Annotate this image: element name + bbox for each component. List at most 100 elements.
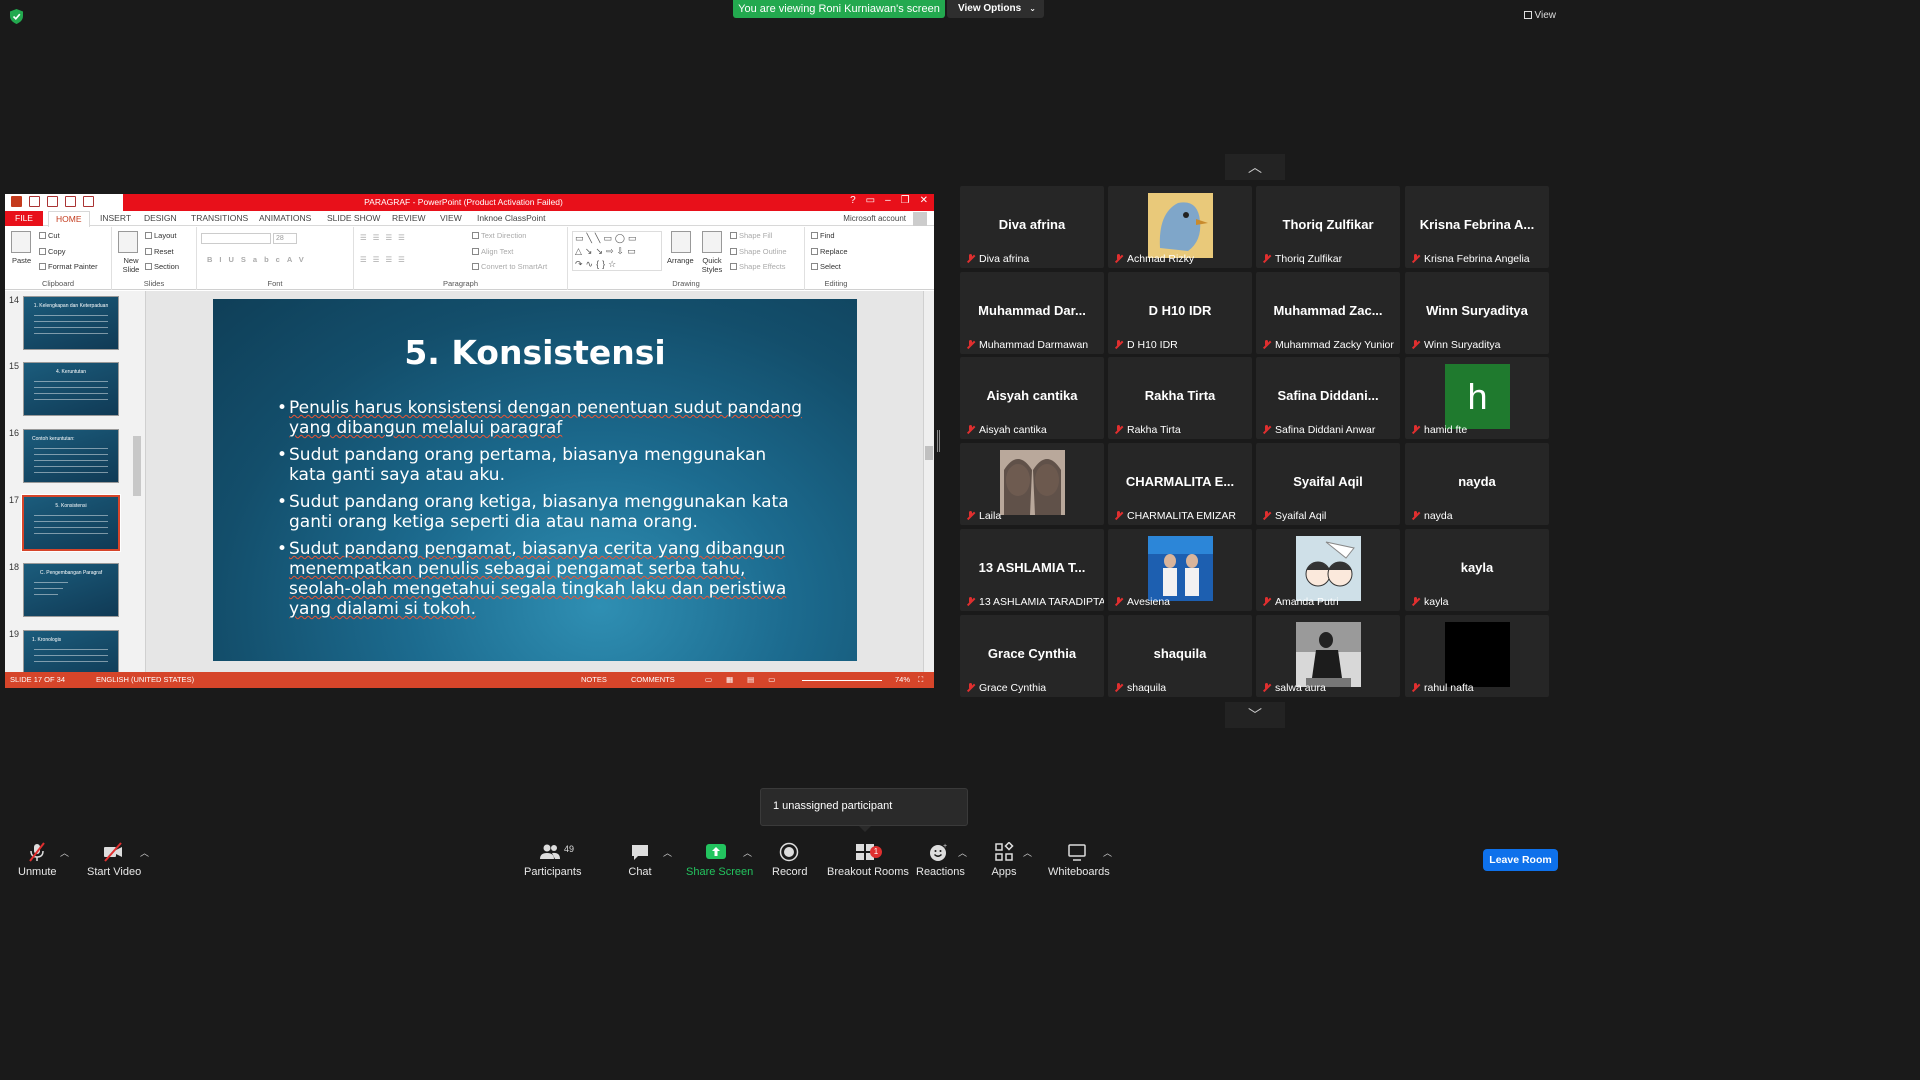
slide-thumbnail[interactable]: 1. Kronologis (23, 630, 119, 672)
slide-thumbnail[interactable]: 1. Kelengkapan dan Keterpaduan (23, 296, 119, 350)
layout-button[interactable]: Layout (145, 231, 177, 240)
ribbon-display-icon[interactable]: ▭ (866, 195, 875, 206)
share-options-chevron[interactable]: ︿ (743, 846, 752, 859)
tab-classpoint[interactable]: Inknoe ClassPoint (477, 211, 546, 226)
undo-icon[interactable] (47, 196, 58, 207)
font-size-box[interactable]: 28 (273, 233, 297, 244)
leave-room-button[interactable]: Leave Room (1483, 849, 1558, 871)
participant-tile[interactable]: shaquila shaquila (1108, 615, 1252, 697)
apps-chevron[interactable]: ︿ (1023, 846, 1032, 859)
slide-thumbnail[interactable]: C. Pengembangan Paragraf (23, 563, 119, 617)
apps-button[interactable]: Apps (990, 842, 1018, 878)
find-button[interactable]: Find (811, 231, 835, 240)
record-button[interactable]: Record (772, 842, 807, 878)
participant-tile[interactable]: h hamid fte (1405, 357, 1549, 439)
participant-tile[interactable]: Achmad Rizky (1108, 186, 1252, 268)
reset-button[interactable]: Reset (145, 247, 174, 256)
participant-tile[interactable]: nayda nayda (1405, 443, 1549, 525)
reactions-button[interactable]: + Reactions (916, 842, 965, 878)
section-button[interactable]: Section (145, 262, 179, 271)
quick-styles-icon[interactable] (702, 231, 722, 253)
account-avatar-icon[interactable] (913, 212, 927, 226)
participant-tile[interactable]: rahul nafta (1405, 615, 1549, 697)
tab-transitions[interactable]: TRANSITIONS (191, 211, 248, 226)
shape-effects-button[interactable]: Shape Effects (730, 262, 786, 271)
security-shield-icon[interactable] (10, 9, 23, 24)
replace-button[interactable]: Replace (811, 247, 848, 256)
tab-animations[interactable]: ANIMATIONS (259, 211, 311, 226)
share-screen-button[interactable]: Share Screen (686, 842, 753, 878)
start-slideshow-icon[interactable] (83, 196, 94, 207)
tab-slide-show[interactable]: SLIDE SHOW (327, 211, 380, 226)
quick-styles-button[interactable]: Quick Styles (700, 256, 724, 274)
fit-slide-icon[interactable]: ⛶ (918, 672, 923, 688)
participant-tile[interactable]: Amanda Putri (1256, 529, 1400, 611)
participant-tile[interactable]: Avesiena (1108, 529, 1252, 611)
slide-thumbnail-selected[interactable]: 5. Konsistensi (21, 494, 121, 552)
zoom-level[interactable]: 74% (895, 672, 910, 688)
participant-tile[interactable]: Syaifal Aqil Syaifal Aqil (1256, 443, 1400, 525)
notes-button[interactable]: NOTES (581, 672, 607, 688)
font-name-box[interactable] (201, 233, 271, 244)
whiteboards-chevron[interactable]: ︿ (1103, 846, 1112, 859)
tab-view[interactable]: VIEW (440, 211, 462, 226)
zoom-slider[interactable] (802, 680, 882, 681)
participant-tile[interactable]: Winn Suryaditya Winn Suryaditya (1405, 272, 1549, 354)
reactions-chevron[interactable]: ︿ (958, 846, 967, 859)
help-icon[interactable]: ? (850, 195, 856, 206)
participant-tile[interactable]: kayla kayla (1405, 529, 1549, 611)
thumbnail-scrollbar[interactable] (132, 291, 142, 672)
breakout-rooms-button[interactable]: Breakout Rooms (827, 842, 909, 878)
text-direction-button[interactable]: Text Direction (472, 231, 526, 240)
font-format-buttons[interactable]: BIUSabcAV (207, 255, 311, 264)
microsoft-account[interactable]: Microsoft account (843, 211, 906, 226)
gallery-prev-button[interactable]: ︿ (1225, 154, 1285, 180)
participant-tile[interactable]: Krisna Febrina A... Krisna Febrina Angeli… (1405, 186, 1549, 268)
convert-smartart-button[interactable]: Convert to SmartArt (472, 262, 547, 271)
tab-design[interactable]: DESIGN (144, 211, 177, 226)
current-slide[interactable]: 5. Konsistensi Penulis harus konsistensi… (213, 299, 857, 661)
gallery-next-button[interactable]: ﹀ (1225, 702, 1285, 728)
comments-button[interactable]: COMMENTS (631, 672, 675, 688)
shapes-gallery[interactable]: ▭╲╲▭◯▭ △↘↘⇨⇩▭ ↷∿{}☆ (572, 231, 662, 271)
save-icon[interactable] (29, 196, 40, 207)
audio-options-chevron[interactable]: ︿ (60, 846, 69, 859)
paste-label[interactable]: Paste (12, 256, 31, 265)
participant-tile[interactable]: Rakha Tirta Rakha Tirta (1108, 357, 1252, 439)
tab-home[interactable]: HOME (48, 211, 90, 228)
view-button[interactable]: View (1523, 10, 1556, 21)
cut-button[interactable]: Cut (39, 231, 60, 240)
chat-options-chevron[interactable]: ︿ (663, 846, 672, 859)
slide-scrollbar[interactable] (923, 291, 934, 672)
participant-tile[interactable]: Aisyah cantika Aisyah cantika (960, 357, 1104, 439)
redo-icon[interactable] (65, 196, 76, 207)
tab-review[interactable]: REVIEW (392, 211, 426, 226)
list-buttons[interactable]: ☰☰☰☰ (360, 233, 411, 242)
tab-insert[interactable]: INSERT (100, 211, 131, 226)
shape-outline-button[interactable]: Shape Outline (730, 247, 787, 256)
panel-resize-handle[interactable] (937, 430, 940, 452)
restore-icon[interactable]: ❐ (901, 195, 910, 206)
participant-tile[interactable]: D H10 IDR D H10 IDR (1108, 272, 1252, 354)
participant-tile[interactable]: Muhammad Zac... Muhammad Zacky Yunior (1256, 272, 1400, 354)
participant-tile[interactable]: Diva afrina Diva afrina (960, 186, 1104, 268)
align-text-button[interactable]: Align Text (472, 247, 513, 256)
whiteboards-button[interactable]: Whiteboards (1048, 842, 1110, 878)
participant-tile[interactable]: CHARMALITA E... CHARMALITA EMIZAR (1108, 443, 1252, 525)
shape-fill-button[interactable]: Shape Fill (730, 231, 772, 240)
view-options-button[interactable]: View Options ⌄ (947, 0, 1044, 18)
new-slide-icon[interactable] (118, 231, 138, 253)
copy-button[interactable]: Copy (39, 247, 66, 256)
slide-thumbnail[interactable]: 4. Keruntutan (23, 362, 119, 416)
video-options-chevron[interactable]: ︿ (140, 846, 149, 859)
slide-thumbnail[interactable]: Contoh keruntutan: (23, 429, 119, 483)
minimize-icon[interactable]: – (885, 195, 891, 206)
start-video-button[interactable]: Start Video (87, 842, 141, 878)
arrange-button[interactable]: Arrange (667, 256, 694, 265)
view-mode-icons[interactable]: ▭▦▤▭ (705, 672, 789, 688)
unmute-button[interactable]: Unmute (18, 842, 57, 878)
participant-tile[interactable]: 13 ASHLAMIA T... 13 ASHLAMIA TARADIPTA (960, 529, 1104, 611)
participant-tile[interactable]: Grace Cynthia Grace Cynthia (960, 615, 1104, 697)
participant-tile[interactable]: Muhammad Dar... Muhammad Darmawan (960, 272, 1104, 354)
arrange-icon[interactable] (671, 231, 691, 253)
